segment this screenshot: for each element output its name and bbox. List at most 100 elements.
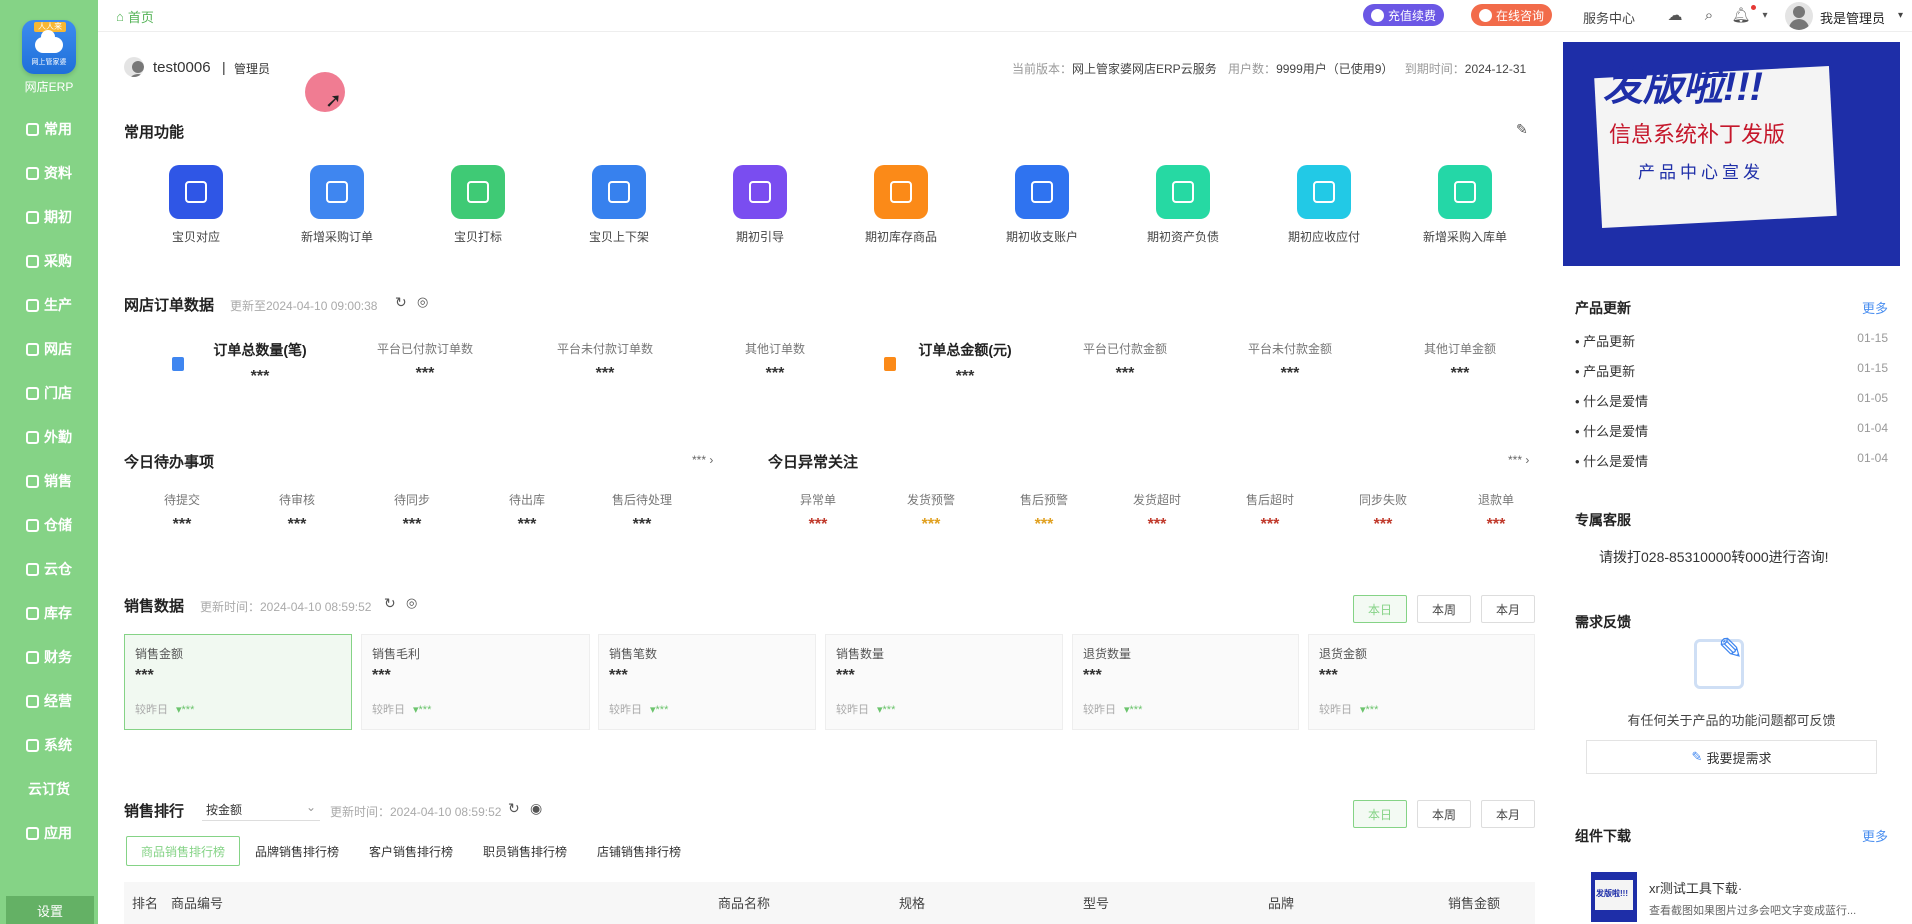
- table-column-header[interactable]: 商品名称: [718, 893, 770, 912]
- refresh-icon[interactable]: ↻: [395, 294, 407, 311]
- ranking-tab[interactable]: 客户销售排行榜: [355, 836, 467, 866]
- feedback-button[interactable]: ✎ 我要提需求: [1586, 740, 1877, 774]
- order-stat[interactable]: 平台已付款金额 ***: [1065, 340, 1185, 383]
- sales-card[interactable]: 销售笔数 *** 较昨日 ▾***: [598, 634, 816, 730]
- ranking-tab[interactable]: 商品销售排行榜: [126, 836, 241, 866]
- function-shortcut[interactable]: 期初引导: [700, 165, 820, 245]
- news-item[interactable]: • 产品更新 01-15: [1575, 361, 1888, 380]
- sidebar-item[interactable]: 应用: [0, 822, 98, 844]
- download-item-title[interactable]: xr测试工具下载·: [1649, 878, 1742, 897]
- table-column-header[interactable]: 排名: [132, 893, 158, 912]
- chevron-down-icon[interactable]: ▾: [1756, 6, 1774, 24]
- ranking-tab[interactable]: 店铺销售排行榜: [583, 836, 695, 866]
- search-icon[interactable]: ⌕: [1700, 6, 1718, 24]
- order-stat[interactable]: 其他订单数 ***: [715, 340, 835, 383]
- bell-icon[interactable]: 🔔︎: [1731, 6, 1750, 24]
- sidebar-item[interactable]: 系统: [0, 734, 98, 756]
- eye-off-icon[interactable]: ◎: [406, 595, 417, 611]
- abnormal-item[interactable]: 发货预警 ***: [891, 491, 971, 534]
- table-column-header[interactable]: 规格: [899, 893, 925, 912]
- settings-button[interactable]: 设置: [6, 896, 94, 924]
- refresh-icon[interactable]: ↻: [384, 595, 396, 612]
- abnormal-item[interactable]: 售后超时 ***: [1230, 491, 1310, 534]
- tab-home[interactable]: ⌂ 首页: [116, 7, 154, 26]
- sidebar-item[interactable]: 库存: [0, 602, 98, 624]
- order-stat[interactable]: 订单总金额(元) ***: [890, 340, 1040, 386]
- sales-card[interactable]: 销售金额 *** 较昨日 ▾***: [124, 634, 352, 730]
- todo-more[interactable]: *** ›: [692, 453, 713, 467]
- ranking-day-button[interactable]: 本日: [1353, 800, 1407, 828]
- table-column-header[interactable]: 型号: [1083, 893, 1109, 912]
- ranking-month-button[interactable]: 本月: [1481, 800, 1535, 828]
- ranking-tab[interactable]: 职员销售排行榜: [469, 836, 581, 866]
- sidebar-item[interactable]: 门店: [0, 382, 98, 404]
- news-item[interactable]: • 什么是爱情 01-04: [1575, 451, 1888, 470]
- user-menu[interactable]: 我是管理员: [1820, 8, 1885, 27]
- sales-card[interactable]: 销售毛利 *** 较昨日 ▾***: [361, 634, 590, 730]
- app-logo[interactable]: 人人来 网上管家婆: [22, 20, 76, 74]
- order-stat[interactable]: 平台已付款订单数 ***: [365, 340, 485, 383]
- sidebar-item[interactable]: 资料: [0, 162, 98, 184]
- function-shortcut[interactable]: 期初库存商品: [841, 165, 961, 245]
- order-stat[interactable]: 平台未付款金额 ***: [1230, 340, 1350, 383]
- updates-more-link[interactable]: 更多: [1862, 298, 1888, 317]
- sales-card[interactable]: 销售数量 *** 较昨日 ▾***: [825, 634, 1063, 730]
- eye-off-icon[interactable]: ◎: [417, 294, 428, 310]
- sidebar-item[interactable]: 云订货: [0, 778, 98, 800]
- news-item[interactable]: • 什么是爱情 01-04: [1575, 421, 1888, 440]
- cloud-download-icon[interactable]: ☁: [1666, 6, 1684, 24]
- sidebar-item[interactable]: 经营: [0, 690, 98, 712]
- release-banner[interactable]: 发版啦!!! 信息系统补丁发版 产品中心宣发: [1563, 42, 1900, 266]
- sidebar-item[interactable]: 外勤: [0, 426, 98, 448]
- sales-card[interactable]: 退货数量 *** 较昨日 ▾***: [1072, 634, 1299, 730]
- consult-button[interactable]: 在线咨询: [1471, 4, 1553, 26]
- sales-card[interactable]: 退货金额 *** 较昨日 ▾***: [1308, 634, 1535, 730]
- sidebar-item[interactable]: 生产: [0, 294, 98, 316]
- todo-item[interactable]: 待同步 ***: [367, 491, 457, 534]
- order-stat[interactable]: 平台未付款订单数 ***: [545, 340, 665, 383]
- table-column-header[interactable]: 品牌: [1268, 893, 1294, 912]
- function-shortcut[interactable]: 期初收支账户: [982, 165, 1102, 245]
- sidebar-item[interactable]: 网店: [0, 338, 98, 360]
- ranking-tab[interactable]: 品牌销售排行榜: [241, 836, 353, 866]
- todo-item[interactable]: 待提交 ***: [137, 491, 227, 534]
- edit-icon[interactable]: ✎: [1516, 121, 1528, 138]
- sidebar-item[interactable]: 销售: [0, 470, 98, 492]
- download-thumbnail[interactable]: 发版啦!!!: [1591, 872, 1637, 922]
- sales-week-button[interactable]: 本周: [1417, 595, 1471, 623]
- ranking-week-button[interactable]: 本周: [1417, 800, 1471, 828]
- news-item[interactable]: • 什么是爱情 01-05: [1575, 391, 1888, 410]
- function-shortcut[interactable]: 新增采购入库单: [1405, 165, 1525, 245]
- downloads-more-link[interactable]: 更多: [1862, 826, 1888, 845]
- refresh-icon[interactable]: ↻: [508, 800, 520, 817]
- recharge-button[interactable]: 充值续费: [1363, 4, 1445, 26]
- sales-month-button[interactable]: 本月: [1481, 595, 1535, 623]
- abnormal-item[interactable]: 同步失败 ***: [1343, 491, 1423, 534]
- sidebar-item[interactable]: 常用: [0, 118, 98, 140]
- order-stat[interactable]: 其他订单金额 ***: [1400, 340, 1520, 383]
- sidebar-item[interactable]: 云仓: [0, 558, 98, 580]
- service-center-link[interactable]: 服务中心: [1583, 8, 1635, 27]
- eye-icon[interactable]: ◉: [530, 800, 542, 817]
- todo-item[interactable]: 待审核 ***: [252, 491, 342, 534]
- function-shortcut[interactable]: 宝贝上下架: [559, 165, 679, 245]
- abnormal-item[interactable]: 退款单 ***: [1456, 491, 1536, 534]
- function-shortcut[interactable]: 期初资产负债: [1123, 165, 1243, 245]
- order-stat[interactable]: 订单总数量(笔) ***: [185, 340, 335, 386]
- abnormal-item[interactable]: 异常单 ***: [778, 491, 858, 534]
- function-shortcut[interactable]: 宝贝打标: [418, 165, 538, 245]
- sidebar-item[interactable]: 仓储: [0, 514, 98, 536]
- todo-item[interactable]: 售后待处理 ***: [597, 491, 687, 534]
- abnormal-item[interactable]: 售后预警 ***: [1004, 491, 1084, 534]
- todo-item[interactable]: 待出库 ***: [482, 491, 572, 534]
- table-column-header[interactable]: 销售金额: [1448, 893, 1500, 912]
- abnormal-item[interactable]: 发货超时 ***: [1117, 491, 1197, 534]
- abnormal-more[interactable]: *** ›: [1508, 453, 1529, 467]
- sales-day-button[interactable]: 本日: [1353, 595, 1407, 623]
- ranking-sort-select[interactable]: 按金额 ⌄: [202, 795, 320, 821]
- user-avatar[interactable]: [1785, 2, 1813, 30]
- user-chevron-icon[interactable]: ▾: [1898, 10, 1903, 21]
- sidebar-item[interactable]: 采购: [0, 250, 98, 272]
- function-shortcut[interactable]: 期初应收应付: [1264, 165, 1384, 245]
- table-column-header[interactable]: 商品编号: [171, 893, 223, 912]
